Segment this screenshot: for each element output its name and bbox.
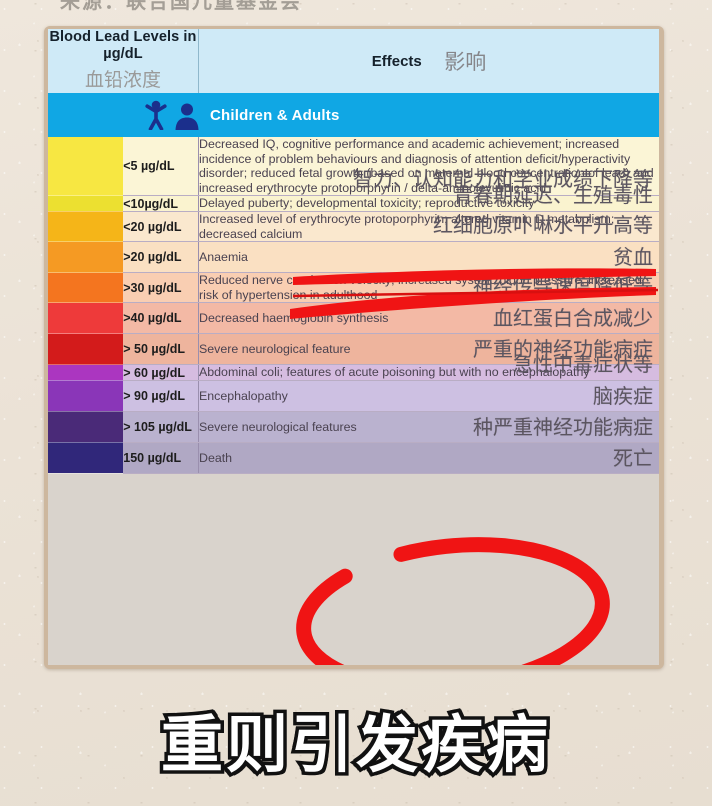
child-icon — [145, 100, 167, 130]
blood-lead-level-value: <10µg/dL — [123, 195, 200, 212]
header-right-en: Effects — [371, 52, 422, 70]
table-row: > 105 µg/dL Severe neurological features 种… — [48, 411, 659, 443]
effect-text-zh: 红细胞原卟啉水平升高等 — [433, 213, 653, 238]
effects-cell: Severe neurological features 种严重神经功能病症 — [198, 411, 659, 443]
effect-text-zh: 急性中毒症状等 — [513, 351, 653, 376]
blood-lead-level-value: <5 µg/dL — [123, 137, 200, 197]
level-color-swatch — [48, 272, 124, 304]
effects-cell: Anaemia 贫血 — [198, 241, 659, 274]
effects-cell: Reduced nerve conduction velocity; incre… — [198, 272, 659, 304]
table-row: >30 µg/dL Reduced nerve conduction veloci… — [48, 272, 659, 304]
effects-cell: Increased level of erythrocyte protoporp… — [198, 211, 659, 243]
effect-text-zh: 血红蛋白合成减少 — [493, 306, 653, 331]
children-adults-band: Children & Adults — [48, 93, 659, 137]
blood-lead-level-value: >40 µg/dL — [123, 302, 200, 335]
effect-text-en: Encephalopathy — [199, 388, 288, 403]
source-credit-line: 来源：联合国儿童基金会 — [60, 0, 302, 13]
effect-text-zh: 青春期延迟、生殖毒性 — [453, 182, 653, 207]
lead-levels-table-container: Blood Lead Levels in µg/dL 血铅浓度 Effects … — [48, 29, 659, 665]
table-header-row: Blood Lead Levels in µg/dL 血铅浓度 Effects … — [48, 29, 659, 93]
effect-text-en: Anaemia — [199, 249, 248, 264]
level-color-swatch — [48, 302, 124, 335]
level-color-swatch — [48, 364, 124, 381]
blood-lead-level-value: >20 µg/dL — [123, 241, 200, 274]
level-color-swatch — [48, 380, 124, 412]
blood-lead-level-value: >30 µg/dL — [123, 272, 200, 304]
level-color-swatch — [48, 241, 124, 274]
effects-cell: Encephalopathy 脑疾症 — [198, 380, 659, 412]
video-caption: 重则引发疾病 — [157, 705, 551, 785]
effect-text-zh: 神经传导速度降低等 — [473, 274, 653, 299]
adult-icon — [175, 103, 199, 130]
table-row: > 60 µg/dL Abdominal coli; features of ac… — [48, 352, 659, 381]
header-effects: Effects 影响 — [198, 29, 659, 93]
blood-lead-level-value: > 60 µg/dL — [123, 364, 200, 381]
blood-lead-level-value: <20 µg/dL — [123, 211, 200, 243]
blood-lead-level-value: > 50 µg/dL — [123, 333, 200, 366]
table-row: > 90 µg/dL Encephalopathy 脑疾症 — [48, 380, 659, 412]
effect-text-zh: 贫血 — [613, 245, 653, 270]
effects-cell: Abdominal coli; features of acute poison… — [198, 352, 659, 381]
header-blood-lead-levels: Blood Lead Levels in µg/dL 血铅浓度 — [48, 29, 199, 93]
highlight-circle — [296, 537, 610, 665]
effect-text-en: Death — [199, 450, 233, 465]
blood-lead-level-value: > 105 µg/dL — [123, 411, 200, 443]
level-color-swatch — [48, 137, 124, 197]
level-color-swatch — [48, 333, 124, 366]
header-left-en: Blood Lead Levels in µg/dL — [49, 29, 197, 62]
level-color-swatch — [48, 195, 124, 212]
children-adults-cell: Children & Adults — [48, 93, 659, 137]
effects-cell: Decreased haemoglobin synthesis 血红蛋白合成减少 — [198, 302, 659, 335]
table-row: >20 µg/dL Anaemia 贫血 — [48, 241, 659, 274]
table-row: <10µg/dL Delayed puberty; developmental t… — [48, 183, 659, 212]
level-color-swatch — [48, 211, 124, 243]
header-left-zh: 血铅浓度 — [84, 69, 161, 91]
table-row: 150 µg/dL Death 死亡 — [48, 442, 659, 474]
lead-levels-table: Blood Lead Levels in µg/dL 血铅浓度 Effects … — [48, 29, 659, 474]
header-right-zh: 影响 — [444, 50, 487, 74]
people-icons-group — [144, 100, 200, 130]
effect-text-zh: 种严重神经功能病症 — [473, 414, 653, 439]
table-row: >40 µg/dL Decreased haemoglobin synthesis… — [48, 302, 659, 335]
effects-cell: Death 死亡 — [198, 442, 659, 474]
effect-text-zh: 死亡 — [613, 445, 653, 470]
level-color-swatch — [48, 442, 124, 474]
blood-lead-level-value: > 90 µg/dL — [123, 380, 200, 412]
effects-cell: Delayed puberty; developmental toxicity;… — [198, 183, 659, 212]
children-adults-label: Children & Adults — [210, 106, 340, 124]
table-row: <20 µg/dL Increased level of erythrocyte … — [48, 211, 659, 243]
effect-text-zh: 脑疾症 — [593, 383, 653, 408]
blood-lead-level-value: 150 µg/dL — [123, 442, 200, 474]
level-color-swatch — [48, 411, 124, 443]
